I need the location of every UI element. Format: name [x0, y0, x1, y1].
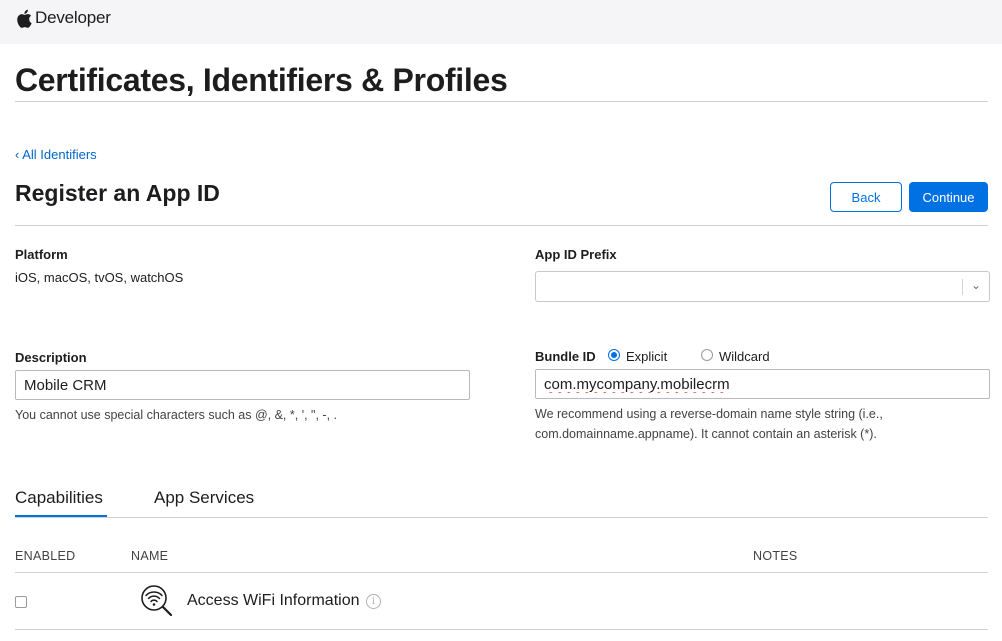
app-id-prefix-select[interactable]: ⌄ — [535, 271, 990, 302]
explicit-radio[interactable] — [608, 349, 620, 361]
title-divider — [15, 101, 988, 102]
description-hint: You cannot use special characters such a… — [15, 408, 337, 422]
select-separator — [962, 279, 963, 295]
bundle-id-hint-line2: com.domainname.appname). It cannot conta… — [535, 427, 877, 441]
chevron-down-icon: ⌄ — [970, 278, 981, 292]
bundle-id-hint-line1: We recommend using a reverse-domain name… — [535, 407, 883, 421]
developer-logo[interactable]: Developer — [16, 8, 111, 28]
brand-text: Developer — [35, 8, 111, 27]
capability-name: Access WiFi Information — [187, 592, 360, 609]
bundle-id-input[interactable] — [535, 369, 990, 399]
column-notes: NOTES — [753, 549, 798, 563]
enable-checkbox[interactable] — [15, 596, 27, 608]
tabs-divider — [15, 517, 988, 518]
app-id-prefix-label: App ID Prefix — [535, 247, 617, 262]
all-identifiers-link[interactable]: ‹ All Identifiers — [15, 147, 97, 162]
wildcard-radio[interactable] — [701, 349, 713, 361]
back-button[interactable]: Back — [830, 182, 902, 212]
column-enabled: ENABLED — [15, 549, 76, 563]
top-bar: Developer — [0, 0, 1002, 44]
tab-capabilities[interactable]: Capabilities — [15, 488, 103, 508]
table-header-divider — [15, 572, 988, 573]
platform-value: iOS, macOS, tvOS, watchOS — [15, 270, 184, 285]
wifi-search-icon — [141, 585, 173, 617]
bundle-id-label: Bundle ID — [535, 349, 596, 364]
section-title: Register an App ID — [15, 180, 220, 206]
info-icon[interactable]: i — [366, 594, 381, 609]
explicit-radio-label[interactable]: Explicit — [626, 349, 667, 364]
section-divider — [15, 225, 988, 226]
platform-label: Platform — [15, 247, 68, 262]
continue-button[interactable]: Continue — [909, 182, 988, 212]
apple-logo-icon — [17, 9, 32, 28]
description-label: Description — [15, 350, 87, 365]
column-name: NAME — [131, 549, 169, 563]
description-input[interactable] — [15, 370, 470, 400]
tab-app-services[interactable]: App Services — [154, 488, 254, 508]
page-title: Certificates, Identifiers & Profiles — [15, 62, 508, 98]
wildcard-radio-label[interactable]: Wildcard — [719, 349, 770, 364]
row-divider — [15, 629, 988, 630]
